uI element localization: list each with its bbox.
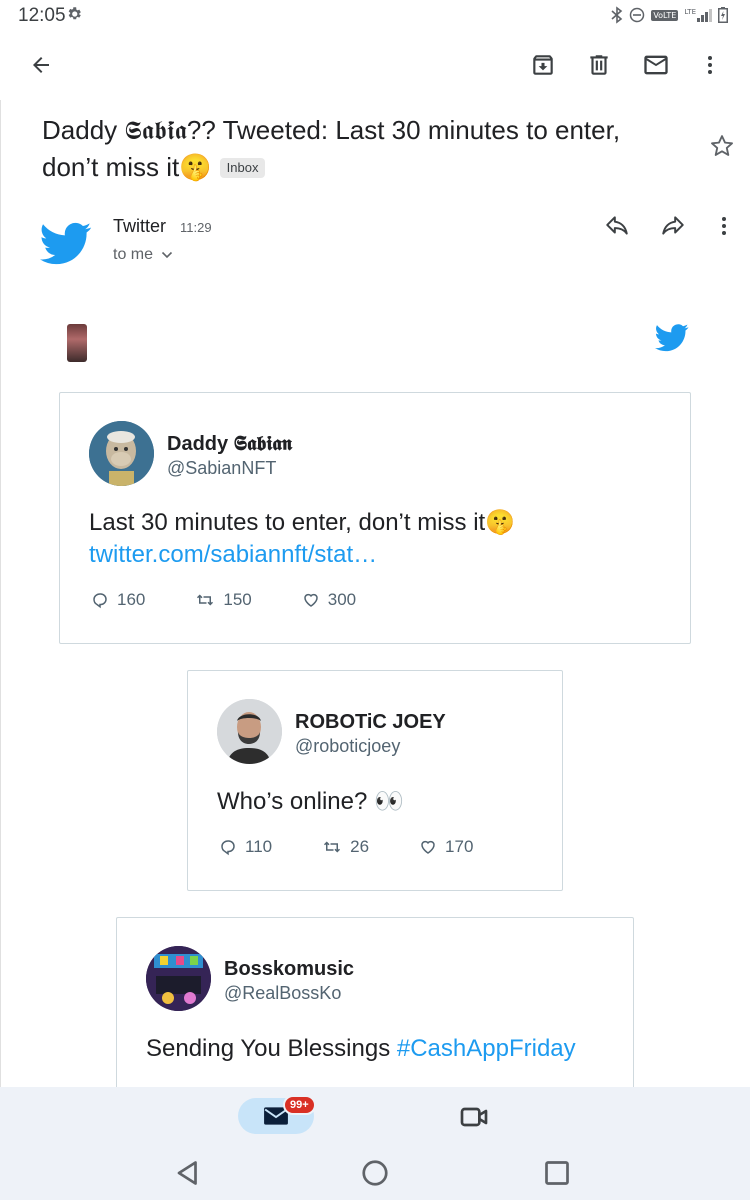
tweet-author-avatar[interactable] [217, 699, 282, 764]
recipient-label: to me [113, 246, 154, 263]
bluetooth-icon [611, 6, 623, 24]
twitter-sender-avatar-icon[interactable] [40, 222, 92, 266]
more-vert-icon [722, 217, 726, 235]
tweet-author-name[interactable]: Daddy 𝕾𝖆𝖇𝖎𝖆𝖓 [167, 433, 292, 456]
star-icon[interactable] [708, 132, 736, 160]
unread-count-badge: 99+ [283, 1095, 316, 1115]
retweet-count-value: 150 [223, 590, 252, 609]
reply-icon [606, 216, 628, 235]
tweet-text: Last 30 minutes to enter, don’t miss it🤫… [89, 507, 669, 571]
signal-icon: LTE [684, 8, 712, 22]
battery-icon [718, 7, 728, 23]
like-count-value: 170 [445, 837, 474, 856]
message-more-button[interactable] [712, 213, 736, 241]
reply-bubble-icon [221, 840, 235, 856]
mark-unread-icon [644, 55, 668, 75]
like-count-value: 300 [327, 590, 357, 609]
recipient-profile-thumbnail[interactable] [67, 324, 87, 362]
retweet-icon [197, 594, 214, 606]
tweet-link[interactable]: twitter.com/sabiannft/stat… [89, 539, 669, 571]
status-bar: 12:05 VoLTE LTE [0, 0, 750, 30]
forward-icon [662, 216, 684, 235]
heart-icon [303, 593, 318, 607]
back-button[interactable] [17, 40, 65, 90]
recipient-toggle[interactable]: to me [113, 246, 173, 264]
subject-text: Daddy 𝕾𝖆𝖇𝖎́𝖆?? Tweeted: Last 30 minutes … [42, 115, 621, 182]
reply-button[interactable] [604, 213, 634, 241]
email-toolbar [0, 40, 750, 92]
tweet-body: Last 30 minutes to enter, don’t miss it🤫 [89, 509, 516, 536]
delete-button[interactable] [575, 40, 623, 90]
tweet-body: Who’s online? 👀 [217, 788, 404, 815]
tweet-author-handle[interactable]: @roboticjoey [295, 736, 400, 757]
content-divider [0, 100, 1, 1090]
person-avatar-icon [217, 699, 282, 764]
system-back-icon[interactable] [170, 1155, 206, 1191]
settings-gear-icon [68, 7, 81, 20]
lte-label: LTE [684, 8, 696, 16]
heart-icon [421, 840, 435, 854]
back-arrow-icon [33, 57, 49, 73]
volte-badge: VoLTE [651, 9, 679, 21]
like-count[interactable]: 300 [302, 590, 356, 610]
email-time: 11:29 [180, 220, 212, 235]
retweet-count[interactable]: 150 [195, 590, 252, 610]
hashtag-link[interactable]: #CashAppFriday [397, 1035, 576, 1062]
sender-name[interactable]: Twitter [113, 216, 166, 237]
tweet-author-avatar[interactable] [146, 946, 211, 1011]
tweet-body: Sending You Blessings [146, 1035, 397, 1062]
tweet-author-name[interactable]: Bosskomusic [224, 958, 354, 981]
like-count[interactable]: 170 [419, 837, 473, 857]
reply-count-value: 160 [117, 590, 146, 609]
archive-button[interactable] [519, 40, 567, 90]
reply-count-value: 110 [245, 837, 273, 856]
tweet-stats: 110 26 170 [219, 837, 473, 857]
retweet-count[interactable]: 26 [322, 837, 369, 857]
delete-icon [590, 55, 608, 75]
retweet-icon [324, 841, 341, 853]
tweet-author-name[interactable]: ROBOTiC JOEY [295, 711, 446, 734]
tweet-card[interactable]: Daddy 𝕾𝖆𝖇𝖎𝖆𝖓 @SabianNFT Last 30 minutes … [59, 392, 691, 644]
reply-bubble-icon [93, 593, 107, 609]
status-icons: VoLTE LTE [611, 6, 728, 24]
reply-count[interactable]: 160 [91, 590, 145, 610]
meet-video-icon[interactable] [458, 1101, 490, 1133]
more-options-button[interactable] [686, 40, 734, 90]
tweet-text: Sending You Blessings #CashAppFriday [146, 1033, 576, 1065]
email-subject: Daddy 𝕾𝖆𝖇𝖎́𝖆?? Tweeted: Last 30 minutes … [42, 112, 652, 186]
ape-avatar-icon [89, 421, 154, 486]
more-vert-icon [708, 56, 712, 74]
archive-icon [533, 55, 553, 75]
tweet-card[interactable]: ROBOTiC JOEY @roboticjoey Who’s online? … [187, 670, 563, 891]
chevron-down-icon [162, 251, 173, 259]
tweet-author-avatar[interactable] [89, 421, 154, 486]
do-not-disturb-icon [630, 7, 645, 23]
retweet-count-value: 26 [350, 837, 370, 856]
tweet-author-handle[interactable]: @SabianNFT [167, 458, 276, 479]
mark-unread-button[interactable] [632, 40, 680, 90]
inbox-label-chip[interactable]: Inbox [219, 158, 266, 178]
tweet-author-handle[interactable]: @RealBossKo [224, 983, 341, 1004]
music-avatar-icon [146, 946, 211, 1011]
twitter-bird-icon[interactable] [655, 323, 689, 353]
reply-count[interactable]: 110 [219, 837, 272, 857]
tweet-stats: 160 150 300 [91, 590, 356, 610]
system-home-icon[interactable] [357, 1155, 393, 1191]
system-recents-icon[interactable] [539, 1155, 575, 1191]
forward-button[interactable] [660, 213, 690, 241]
status-time: 12:05 [18, 5, 66, 26]
